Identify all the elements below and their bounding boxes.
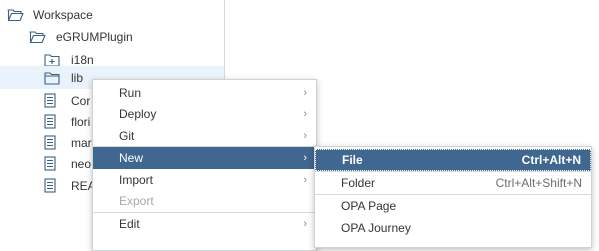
menu-item-run[interactable]: Run › <box>93 82 316 103</box>
menu-item-export: Export <box>93 190 316 211</box>
chevron-right-icon: › <box>303 173 307 186</box>
document-icon <box>41 156 59 172</box>
tree-item-label: Cor <box>71 93 91 108</box>
tree-item-label: neo <box>71 156 92 171</box>
tree-item-workspace[interactable]: Workspace <box>0 3 224 26</box>
chevron-right-icon: › <box>303 152 307 164</box>
menu-item-new[interactable]: New › <box>93 147 316 169</box>
tree-item-label: mar <box>71 135 92 150</box>
chevron-right-icon: › <box>303 86 307 99</box>
document-icon <box>41 93 59 109</box>
context-menu: Run › Deploy › Git › New › Import › Expo… <box>92 79 317 251</box>
menu-item-label: Edit <box>119 216 140 231</box>
menu-item-edit[interactable]: Edit › <box>93 213 316 234</box>
folder-open-icon <box>6 7 24 23</box>
menu-item-deploy[interactable]: Deploy › <box>93 103 316 124</box>
submenu-item-file[interactable]: File Ctrl+Alt+N <box>315 149 591 171</box>
tree-item-label: flori <box>71 114 91 129</box>
menu-item-label: Deploy <box>119 106 157 121</box>
submenu-item-label: OPA Journey <box>341 221 411 235</box>
folder-icon <box>43 70 61 86</box>
menu-item-import[interactable]: Import › <box>93 169 316 190</box>
menu-item-label: Git <box>119 128 135 143</box>
tree-item-label: eGRUMPlugin <box>56 29 133 44</box>
shortcut-label: Ctrl+Alt+Shift+N <box>495 176 582 190</box>
folder-open-icon <box>28 29 46 45</box>
submenu-item-opa-journey[interactable]: OPA Journey <box>315 217 591 239</box>
document-icon <box>41 178 59 194</box>
tree-item-label: i18n <box>71 52 94 67</box>
menu-item-label: Run <box>119 85 142 100</box>
tree-item-egrumplugin[interactable]: eGRUMPlugin <box>0 25 224 48</box>
submenu-item-label: OPA Page <box>341 199 397 213</box>
menu-item-label: Export <box>119 193 154 208</box>
document-icon <box>41 114 59 130</box>
submenu-item-opa-page[interactable]: OPA Page <box>315 195 591 217</box>
tree-item-label: Workspace <box>33 7 93 22</box>
submenu-item-label: Folder <box>341 176 376 190</box>
submenu-item-label: File <box>342 153 363 167</box>
chevron-right-icon: › <box>303 107 307 120</box>
menu-item-label: New <box>119 151 144 165</box>
shortcut-label: Ctrl+Alt+N <box>521 153 581 167</box>
new-submenu: File Ctrl+Alt+N Folder Ctrl+Alt+Shift+N … <box>314 146 592 248</box>
menu-item-label: Import <box>119 172 154 187</box>
chevron-right-icon: › <box>303 217 307 230</box>
submenu-item-folder[interactable]: Folder Ctrl+Alt+Shift+N <box>315 172 591 194</box>
chevron-right-icon: › <box>303 129 307 142</box>
menu-item-git[interactable]: Git › <box>93 125 316 146</box>
document-icon <box>41 135 59 151</box>
tree-item-label: lib <box>71 70 84 85</box>
